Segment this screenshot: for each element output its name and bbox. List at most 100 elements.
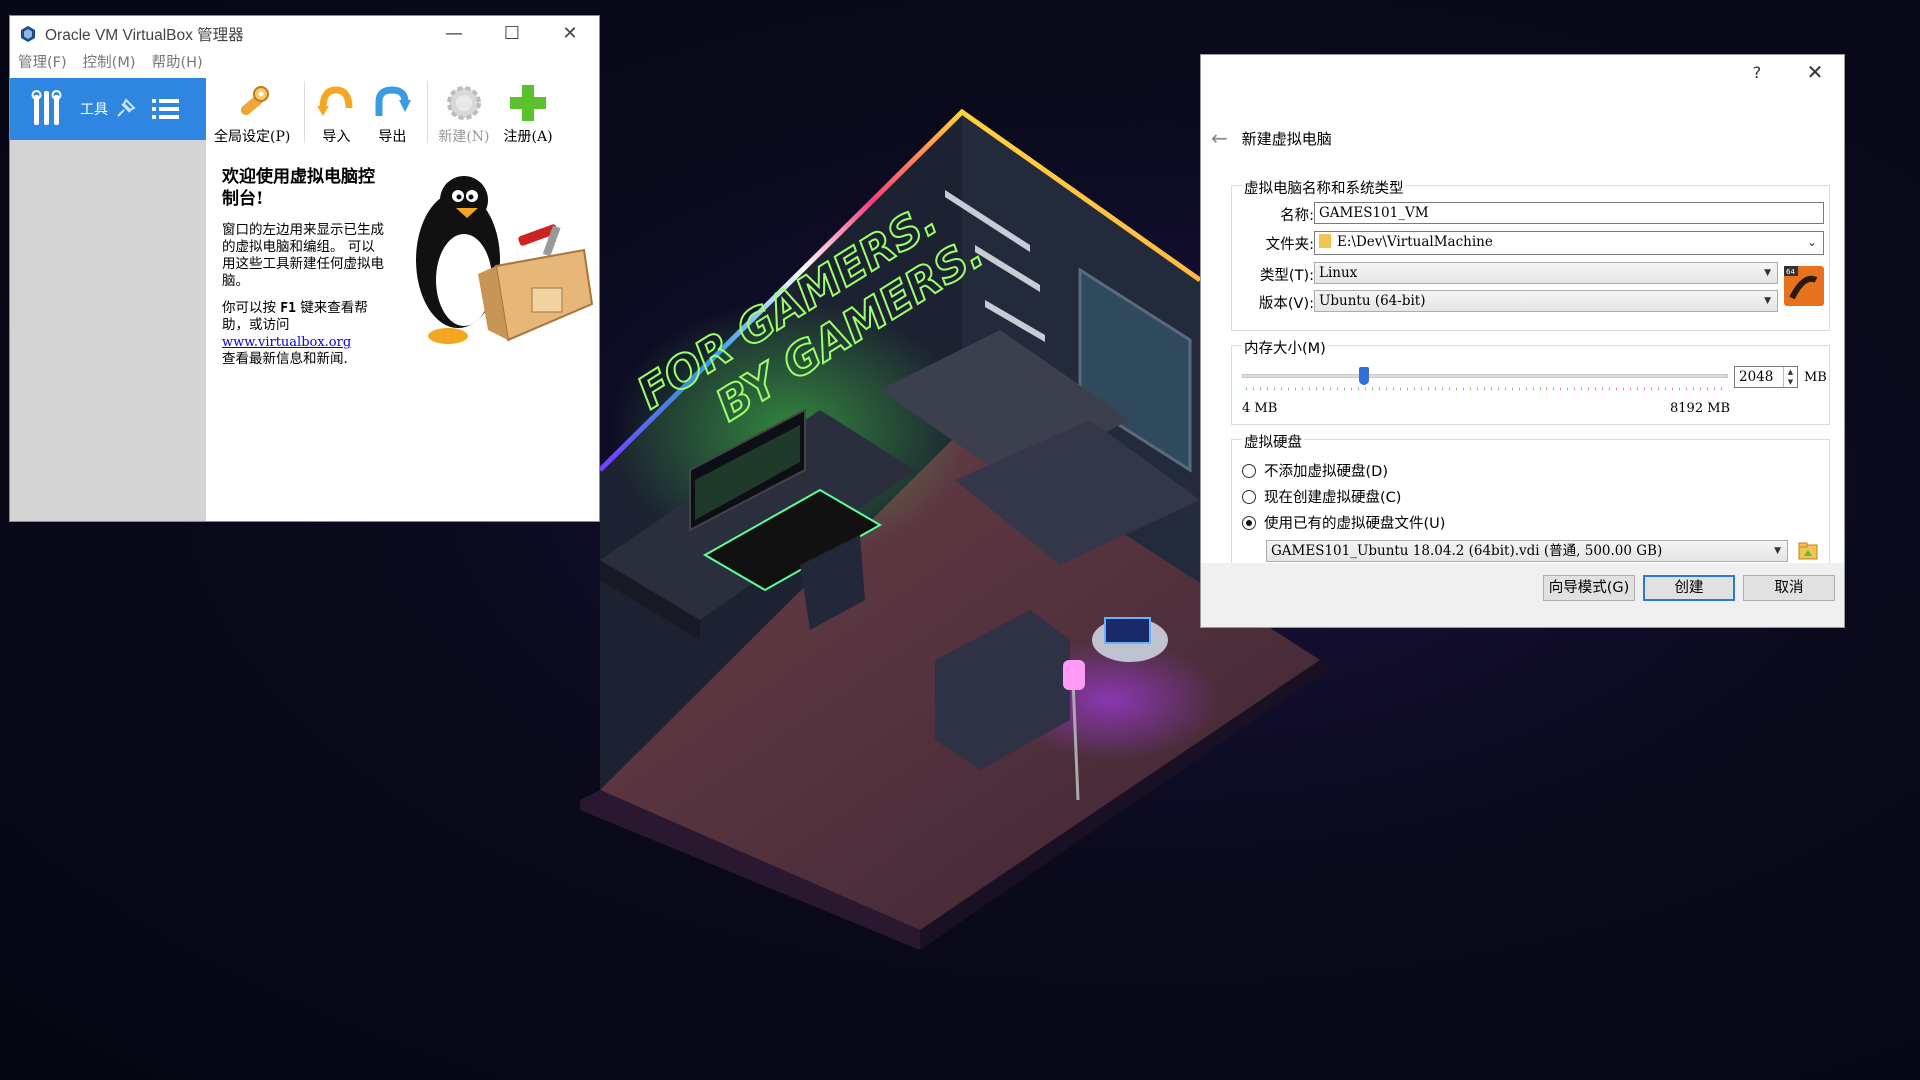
memory-min-label: 4 MB [1242,401,1278,416]
existing-disk-option[interactable]: 使用已有的虚拟硬盘文件(U) [1242,512,1445,533]
f1-key: F1 [280,301,296,316]
os-type-select[interactable]: Linux ▼ [1314,262,1778,284]
memory-size-group: 内存大小(M) 2048 ▲ ▼ MB 4 MB 8192 MB [1231,337,1830,425]
tools-icon [31,90,62,125]
list-menu-icon[interactable] [148,94,184,124]
toolbar-separator [427,81,429,143]
memory-slider-track[interactable] [1242,374,1728,378]
name-type-group-title: 虚拟电脑名称和系统类型 [1242,177,1406,198]
add-plus-icon [510,85,547,121]
dialog-content: 虚拟电脑名称和系统类型 名称: GAMES101_VM 文件夹: E:\Dev\… [1201,167,1844,575]
existing-disk-select[interactable]: GAMES101_Ubuntu 18.04.2 (64bit).vdi (普通,… [1266,540,1788,562]
choose-disk-folder-icon[interactable] [1798,542,1818,560]
ubuntu-64-os-icon: 64 [1784,266,1824,306]
welcome-p2-suffix: 查看最新信息和新闻. [222,351,348,367]
welcome-text-panel: 欢迎使用虚拟电脑控制台! 窗口的左边用来显示已生成的虚拟电脑和编组。 可以用这些… [222,166,384,378]
existing-disk-radio[interactable] [1242,515,1256,530]
pin-icon[interactable] [112,96,138,122]
new-vm-dialog: ? ✕ ← 新建虚拟电脑 虚拟电脑名称和系统类型 名称: GAMES101_VM… [1200,54,1845,628]
virtualbox-manager-window: Oracle VM VirtualBox 管理器 — ☐ ✕ 管理(F) 控制(… [9,15,600,522]
manager-menubar: 管理(F) 控制(M) 帮助(H) [10,51,599,73]
tools-label: 工具 [80,102,108,118]
virtualbox-website-link[interactable]: www.virtualbox.org [222,335,351,350]
no-disk-radio[interactable] [1242,463,1256,478]
disk-file-value: GAMES101_Ubuntu 18.04.2 (64bit).vdi (普通,… [1271,543,1663,559]
disk-group-title: 虚拟硬盘 [1242,431,1304,452]
os-version-select[interactable]: Ubuntu (64-bit) ▼ [1314,290,1778,312]
back-arrow-icon[interactable]: ← [1211,126,1228,150]
import-arrow-icon [317,86,353,116]
menu-help[interactable]: 帮助(H) [151,51,202,73]
memory-max-label: 8192 MB [1670,401,1731,416]
wrench-prefs-icon [241,86,270,116]
create-disk-radio[interactable] [1242,489,1256,504]
new-vm-label: 新建(N) [438,129,490,145]
type-label: 类型(T): [1259,268,1314,284]
memory-slider-handle[interactable] [1358,367,1369,385]
welcome-paragraph-2: 你可以按 F1 键来查看帮助，或访问 www.virtualbox.org 查看… [222,300,384,368]
memory-unit: MB [1804,370,1827,385]
manager-main-pane: 全局设定(P) 导入 导出 新建(N) 注册(A) 欢迎使用虚拟电脑控制台! 窗… [206,78,599,521]
dropdown-arrow-icon: ▼ [1764,296,1771,306]
folder-icon [1319,234,1331,248]
existing-disk-label: 使用已有的虚拟硬盘文件(U) [1264,516,1446,532]
menu-machine[interactable]: 控制(M) [83,51,136,73]
memory-size-value: 2048 [1739,369,1774,385]
sidebar-item-tools[interactable]: 工具 [10,78,206,140]
memory-size-spinbox[interactable]: 2048 ▲ ▼ [1734,366,1798,388]
export-button[interactable]: 导出 [371,82,413,146]
create-disk-option[interactable]: 现在创建虚拟硬盘(C) [1242,486,1401,507]
dropdown-arrow-icon: ▼ [1774,546,1781,556]
import-button[interactable]: 导入 [315,82,357,146]
manager-title: Oracle VM VirtualBox 管理器 [45,26,244,44]
dialog-close-button[interactable]: ✕ [1786,55,1844,89]
create-button[interactable]: 创建 [1643,575,1735,601]
memory-slider-ticks [1246,387,1724,391]
machine-list-sidebar[interactable]: 工具 [10,78,206,521]
import-label: 导入 [322,129,351,145]
manager-toolbar: 全局设定(P) 导入 导出 新建(N) 注册(A) [206,78,599,150]
virtual-disk-group: 虚拟硬盘 不添加虚拟硬盘(D) 现在创建虚拟硬盘(C) 使用已有的虚拟硬盘文件(… [1231,431,1830,575]
penguin-toolbox-illustration [416,176,594,344]
welcome-heading: 欢迎使用虚拟电脑控制台! [222,167,375,209]
folder-value: E:\Dev\VirtualMachine [1337,234,1493,250]
guided-mode-button[interactable]: 向导模式(G) [1543,575,1635,601]
close-button[interactable]: ✕ [541,16,599,51]
no-disk-label: 不添加虚拟硬盘(D) [1264,464,1388,480]
maximize-button[interactable]: ☐ [483,16,541,51]
dialog-header: ← 新建虚拟电脑 [1201,109,1844,167]
spin-arrows-icon[interactable]: ▲ ▼ [1783,367,1797,387]
vm-name-input[interactable]: GAMES101_VM [1314,202,1824,224]
toolbar-separator [304,81,306,143]
export-label: 导出 [378,129,407,145]
name-type-group: 虚拟电脑名称和系统类型 名称: GAMES101_VM 文件夹: E:\Dev\… [1231,177,1830,331]
welcome-p2-prefix: 你可以按 [222,300,276,316]
register-button[interactable]: 注册(A) [504,82,553,146]
menu-file[interactable]: 管理(F) [18,51,67,73]
folder-label: 文件夹: [1265,237,1314,253]
svg-text:64: 64 [1786,268,1795,276]
context-help-button[interactable]: ? [1728,55,1786,89]
register-label: 注册(A) [503,129,553,145]
chevron-down-icon: ⌄ [1806,235,1817,249]
dialog-footer: 向导模式(G) 创建 取消 [1201,563,1844,627]
virtualbox-app-icon [21,25,35,42]
dialog-title: 新建虚拟电脑 [1241,129,1332,148]
welcome-paragraph-1: 窗口的左边用来显示已生成的虚拟电脑和编组。 可以用这些工具新建任何虚拟电脑。 [222,222,384,289]
create-disk-label: 现在创建虚拟硬盘(C) [1264,490,1402,506]
os-version-value: Ubuntu (64-bit) [1319,293,1426,309]
memory-group-title: 内存大小(M) [1242,337,1328,358]
new-gear-icon [446,86,481,120]
version-label: 版本(V): [1258,296,1314,312]
manager-titlebar[interactable]: Oracle VM VirtualBox 管理器 — ☐ ✕ [10,16,599,51]
name-label: 名称: [1280,208,1314,224]
global-prefs-label: 全局设定(P) [214,129,291,145]
machine-folder-select[interactable]: E:\Dev\VirtualMachine ⌄ [1314,231,1824,255]
minimize-button[interactable]: — [425,16,483,51]
new-vm-button[interactable]: 新建(N) [438,82,490,146]
global-prefs-button[interactable]: 全局设定(P) [214,82,290,146]
no-disk-option[interactable]: 不添加虚拟硬盘(D) [1242,460,1388,481]
dropdown-arrow-icon: ▼ [1764,268,1771,278]
os-type-value: Linux [1319,265,1358,281]
cancel-button[interactable]: 取消 [1743,575,1835,601]
